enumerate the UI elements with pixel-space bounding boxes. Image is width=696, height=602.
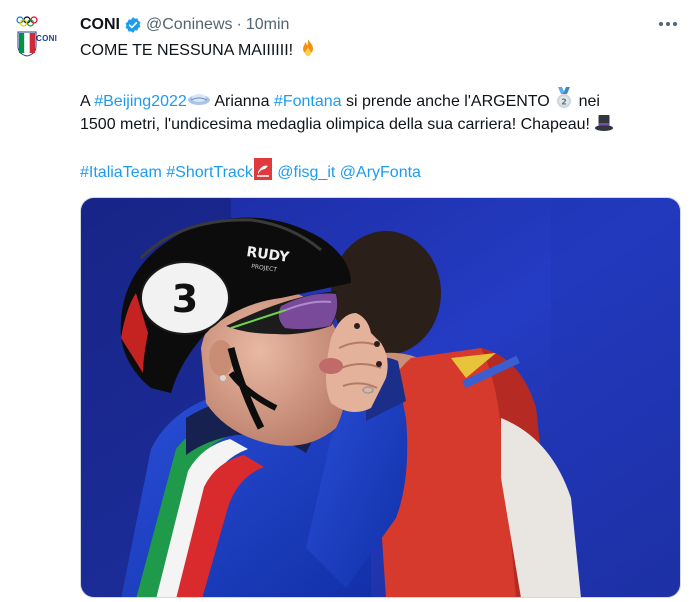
timestamp[interactable]: 10min [246, 16, 290, 34]
avatar-label: CONI [36, 34, 58, 43]
tweet-text-line-3: 1500 metri, l'undicesima medaglia olimpi… [80, 112, 680, 137]
tweet-text-line-2: A #Beijing2022 Arianna #Fontana si prend… [80, 87, 680, 114]
hashtag-shorttrack[interactable]: #ShortTrack [166, 164, 253, 181]
fire-emoji-icon [302, 39, 313, 56]
text-segment: 1500 metri, l'undicesima medaglia olimpi… [80, 116, 595, 133]
separator-dot: · [236, 16, 242, 33]
skater-photo: 3 RUDY PROJECT [81, 198, 680, 597]
verified-badge-icon [125, 17, 141, 33]
text-segment: nei [574, 93, 600, 110]
more-options-button[interactable] [656, 12, 680, 36]
silver-medal-emoji-icon: 2 [557, 87, 572, 108]
text-segment: A [80, 93, 95, 110]
top-hat-emoji-icon [595, 115, 614, 131]
hashtag-fontana[interactable]: #Fontana [274, 93, 342, 110]
tweet-header: CONI @Coninews · 10min [80, 13, 289, 37]
tweet-text-line-1: COME TE NESSUNA MAIIIIII! [80, 38, 680, 63]
mention-fisg-it[interactable]: @fisg_it [277, 164, 335, 181]
tweet-photo[interactable]: 3 RUDY PROJECT [80, 197, 681, 598]
bib-number-text: 3 [172, 277, 198, 321]
beijing2022-hashflag-icon [187, 94, 210, 105]
shorttrack-hashflag-icon [253, 158, 272, 180]
hashtag-italiateam[interactable]: #ItaliaTeam [80, 164, 162, 181]
tweet-card[interactable]: CONI CONI @Coninews · 10min COME TE NESS… [0, 0, 696, 602]
hashtag-beijing2022[interactable]: #Beijing2022 [94, 93, 187, 110]
more-dots-icon [659, 22, 677, 26]
tweet-text-line-4: #ItaliaTeam #ShortTrack @fisg_it @AryFon… [80, 158, 680, 185]
mention-aryfonta[interactable]: @AryFonta [340, 164, 421, 181]
handle[interactable]: @Coninews [146, 16, 233, 34]
svg-text:2: 2 [561, 98, 567, 107]
display-name[interactable]: CONI [80, 16, 120, 34]
text-segment: COME TE NESSUNA MAIIIIII! [80, 42, 298, 59]
text-segment: Arianna [210, 93, 274, 110]
text-segment: si prende anche l'ARGENTO [341, 93, 555, 110]
